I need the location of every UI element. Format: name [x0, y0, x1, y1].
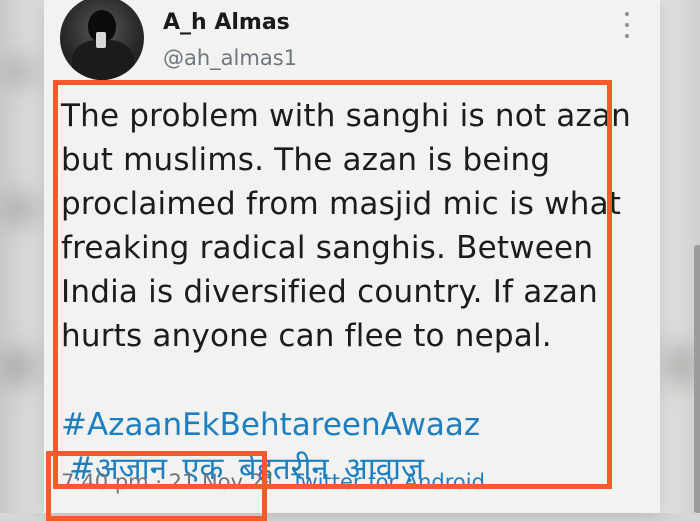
more-options-icon[interactable] — [620, 12, 634, 38]
timestamp-highlight-box — [46, 451, 267, 521]
user-display-name[interactable]: A_h Almas — [163, 10, 290, 35]
scrollbar[interactable] — [694, 245, 700, 513]
user-handle[interactable]: @ah_almas1 — [163, 46, 297, 70]
user-avatar[interactable] — [60, 0, 144, 80]
avatar-phone-shape — [96, 32, 106, 48]
tweet-text-highlight-box — [53, 80, 612, 489]
blurred-background-left — [0, 0, 44, 513]
